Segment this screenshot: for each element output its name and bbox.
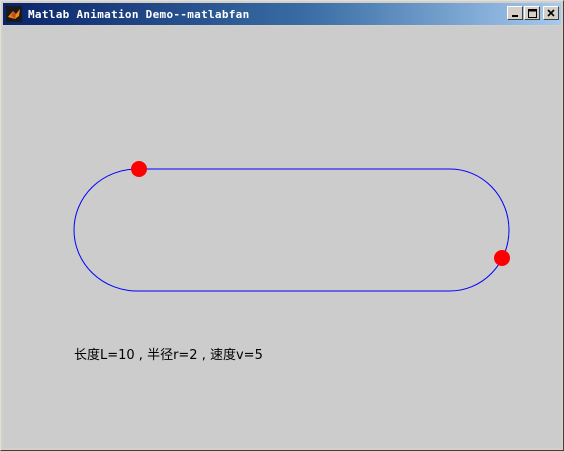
matlab-figure-window: Matlab Animation Demo--matlabfan 长度L=10 … [0, 0, 564, 451]
title-bar[interactable]: Matlab Animation Demo--matlabfan [3, 3, 561, 25]
close-icon [547, 9, 555, 17]
matlab-logo-icon[interactable] [6, 6, 22, 22]
maximize-icon [527, 8, 537, 18]
ball-marker [494, 250, 510, 266]
racetrack-path [73, 168, 510, 292]
animation-plot [73, 161, 510, 292]
minimize-icon [512, 15, 518, 17]
minimize-button[interactable] [507, 6, 523, 20]
window-title: Matlab Animation Demo--matlabfan [28, 7, 250, 21]
figure-canvas: 长度L=10 , 半径r=2 , 速度v=5 [3, 26, 561, 448]
ball-marker [131, 161, 147, 177]
maximize-button[interactable] [524, 6, 540, 20]
window-controls [506, 6, 559, 20]
close-button[interactable] [543, 6, 559, 20]
parameters-caption: 长度L=10 , 半径r=2 , 速度v=5 [74, 348, 263, 363]
